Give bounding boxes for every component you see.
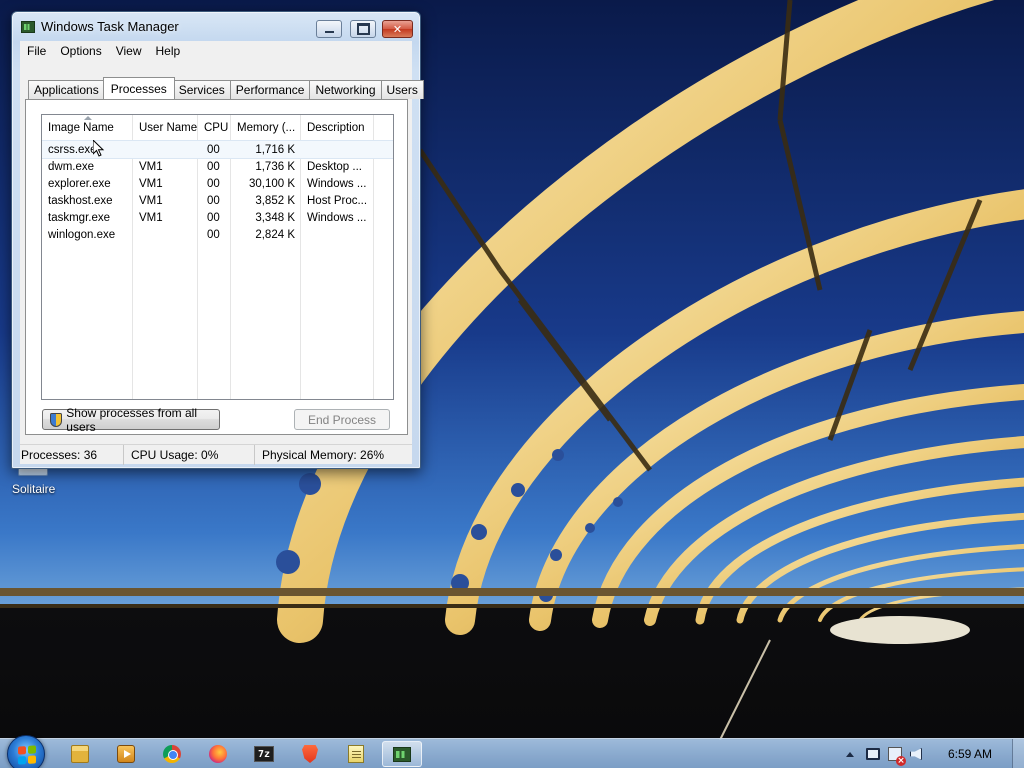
cell-memory: 3,852 K: [255, 194, 295, 207]
close-button[interactable]: ✕: [382, 20, 413, 38]
taskbar-task-manager[interactable]: [382, 741, 422, 767]
folder-icon: [71, 745, 89, 763]
desktop-icon-label: Solitaire: [12, 482, 56, 496]
column-header-user-name[interactable]: User Name: [133, 115, 198, 140]
cell-image-name: dwm.exe: [48, 160, 95, 173]
cell-image-name: explorer.exe: [48, 177, 111, 190]
process-row[interactable]: taskhost.exe VM1 00 3,852 K Host Proc...: [42, 192, 393, 209]
taskbar: 7z 6:59 AM: [0, 735, 1024, 768]
uac-shield-icon: [50, 412, 63, 427]
show-desktop-button[interactable]: [1012, 739, 1024, 768]
cell-memory: 30,100 K: [248, 177, 295, 190]
minimize-button[interactable]: [316, 20, 342, 38]
cell-image-name: csrss.exe: [48, 143, 97, 156]
cell-memory: 1,736 K: [255, 160, 295, 173]
task-manager-icon: [393, 746, 411, 762]
taskbar-firefox[interactable]: [198, 741, 238, 767]
menu-bar: File Options View Help: [20, 41, 412, 61]
system-tray: 6:59 AM: [845, 739, 1024, 768]
menu-view[interactable]: View: [109, 44, 149, 58]
tab-performance[interactable]: Performance: [229, 80, 311, 99]
cell-cpu: 00: [207, 228, 220, 241]
tab-processes[interactable]: Processes: [102, 77, 175, 99]
tab-strip: Applications Processes Services Performa…: [28, 77, 424, 99]
cell-description: Windows ...: [307, 211, 367, 224]
show-all-processes-label: Show processes from all users: [66, 405, 197, 434]
tab-applications[interactable]: Applications: [28, 80, 105, 99]
taskbar-clock[interactable]: 6:59 AM: [948, 747, 992, 761]
status-cpu-usage: CPU Usage: 0%: [124, 444, 255, 465]
menu-help[interactable]: Help: [149, 44, 188, 58]
brave-icon: [302, 745, 318, 763]
status-bar: Processes: 36 CPU Usage: 0% Physical Mem…: [20, 444, 412, 465]
status-physical-memory: Physical Memory: 26%: [262, 447, 385, 462]
column-header-memory[interactable]: Memory (...: [231, 115, 301, 140]
chrome-icon: [163, 745, 181, 763]
firefox-icon: [209, 745, 227, 763]
cell-cpu: 00: [207, 211, 220, 224]
windows-logo-icon: [18, 745, 36, 765]
cell-image-name: taskhost.exe: [48, 194, 113, 207]
taskbar-7zip[interactable]: 7z: [244, 741, 284, 767]
media-player-icon: [117, 745, 135, 763]
window-client-area: Applications Processes Services Performa…: [20, 61, 424, 444]
cell-description: Desktop ...: [307, 160, 362, 173]
cell-description: Windows ...: [307, 177, 367, 190]
volume-speaker-icon[interactable]: [909, 748, 922, 760]
tab-services[interactable]: Services: [172, 80, 231, 99]
taskbar-chrome[interactable]: [152, 741, 192, 767]
maximize-button[interactable]: [350, 20, 376, 38]
close-icon: ✕: [392, 22, 403, 36]
action-center-flag-icon[interactable]: [887, 747, 906, 766]
processes-tab-panel: Image Name User Name CPU Memory (... Des…: [25, 99, 408, 435]
process-row[interactable]: taskmgr.exe VM1 00 3,348 K Windows ...: [42, 209, 393, 226]
cell-image-name: taskmgr.exe: [48, 211, 110, 224]
cell-cpu: 00: [207, 177, 220, 190]
network-icon[interactable]: [865, 748, 880, 760]
status-processes: Processes: 36: [20, 444, 124, 465]
taskbar-explorer[interactable]: [60, 741, 100, 767]
cell-cpu: 00: [207, 143, 220, 156]
process-list-header: Image Name User Name CPU Memory (... Des…: [42, 115, 393, 140]
taskbar-notepad[interactable]: [336, 741, 376, 767]
menu-file[interactable]: File: [20, 44, 53, 58]
tab-networking[interactable]: Networking: [309, 80, 382, 99]
taskbar-brave[interactable]: [290, 741, 330, 767]
notepad-icon: [348, 745, 364, 763]
cell-cpu: 00: [207, 160, 220, 173]
process-row[interactable]: explorer.exe VM1 00 30,100 K Windows ...: [42, 175, 393, 192]
cell-memory: 1,716 K: [255, 143, 295, 156]
menu-options[interactable]: Options: [53, 44, 108, 58]
task-manager-window: Windows Task Manager ✕ File Options View…: [11, 11, 424, 469]
title-bar[interactable]: Windows Task Manager ✕: [12, 12, 420, 40]
cell-cpu: 00: [207, 194, 220, 207]
7zip-icon: 7z: [254, 746, 274, 762]
cell-description: Host Proc...: [307, 194, 368, 207]
cell-user-name: VM1: [139, 194, 163, 207]
process-row[interactable]: dwm.exe VM1 00 1,736 K Desktop ...: [42, 158, 393, 175]
cell-user-name: VM1: [139, 211, 163, 224]
cell-user-name: VM1: [139, 160, 163, 173]
column-header-cpu[interactable]: CPU: [198, 115, 231, 140]
start-button[interactable]: [7, 735, 45, 768]
cell-user-name: VM1: [139, 177, 163, 190]
end-process-button[interactable]: End Process: [294, 409, 390, 430]
task-manager-icon: [21, 21, 35, 33]
column-header-image-name[interactable]: Image Name: [42, 115, 133, 140]
tab-users[interactable]: Users: [380, 80, 424, 99]
taskbar-media-player[interactable]: [106, 741, 146, 767]
cell-memory: 2,824 K: [255, 228, 295, 241]
process-row[interactable]: winlogon.exe 00 2,824 K: [42, 226, 393, 243]
show-all-processes-button[interactable]: Show processes from all users: [42, 406, 220, 434]
show-hidden-icons-chevron-icon[interactable]: [845, 751, 854, 757]
cell-memory: 3,348 K: [255, 211, 295, 224]
column-header-filler: [374, 115, 393, 140]
window-title: Windows Task Manager: [41, 19, 179, 34]
cell-image-name: winlogon.exe: [48, 228, 116, 241]
column-header-description[interactable]: Description: [301, 115, 374, 140]
